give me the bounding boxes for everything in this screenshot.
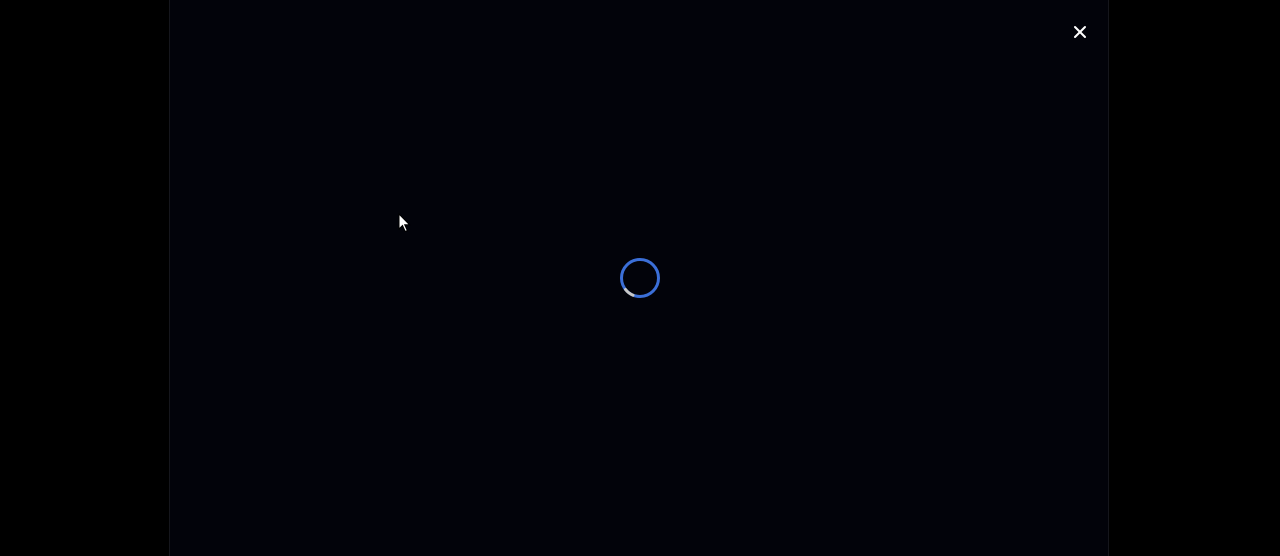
media-viewer-overlay: [0, 0, 1280, 556]
mouse-pointer-icon: [398, 212, 412, 233]
spinner-icon: [620, 258, 660, 298]
close-icon: [1073, 25, 1087, 39]
loading-spinner: [619, 257, 661, 299]
close-button[interactable]: [1068, 20, 1092, 44]
